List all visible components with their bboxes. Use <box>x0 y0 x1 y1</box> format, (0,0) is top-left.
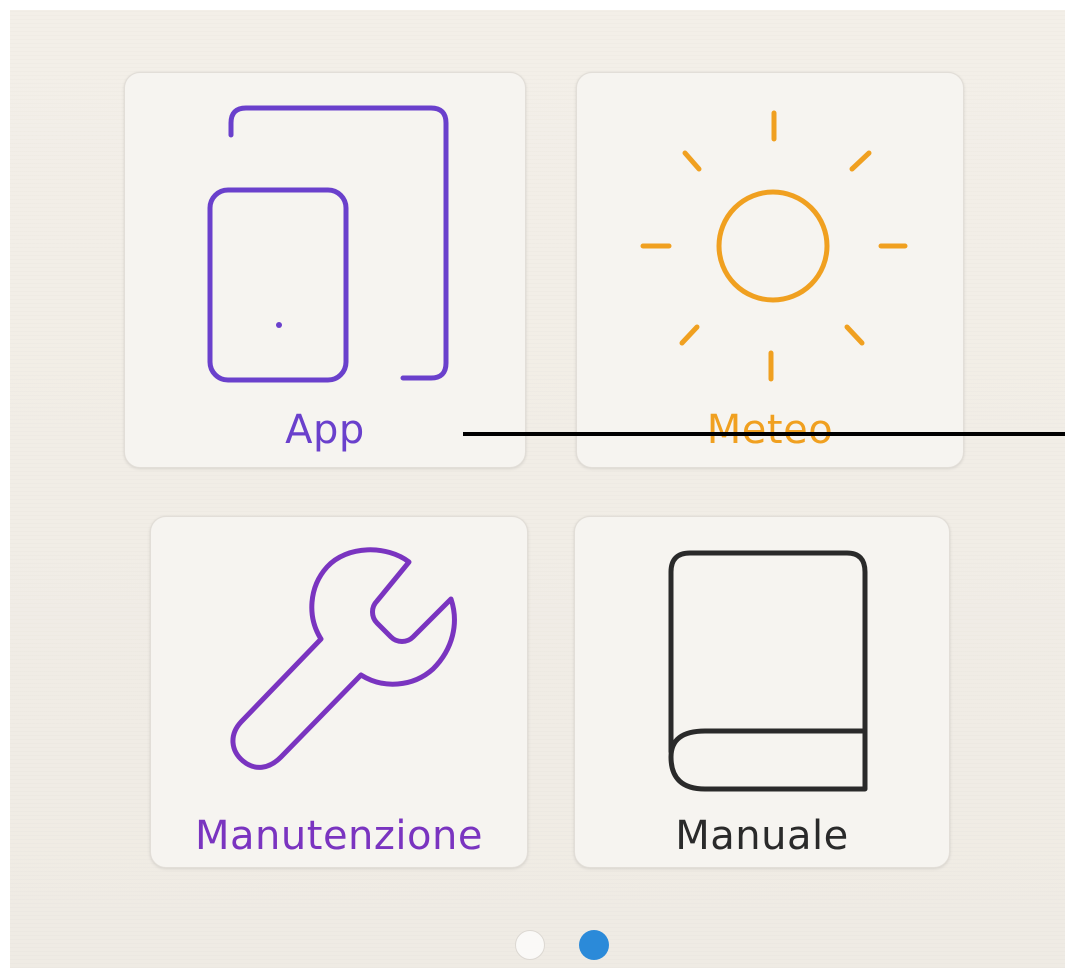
meteo-label: Meteo <box>706 407 834 453</box>
manutenzione-tile[interactable]: Manutenzione <box>150 516 528 868</box>
manuale-label: Manuale <box>675 813 849 859</box>
app-label: App <box>285 407 365 453</box>
overlay-line <box>463 432 1065 436</box>
manuale-tile[interactable]: Manuale <box>574 516 950 868</box>
page-dot-2-active[interactable] <box>579 930 609 960</box>
page-dot-1[interactable] <box>515 930 545 960</box>
home-screen: App Meteo Manutenzione Manuale <box>10 10 1065 968</box>
meteo-tile[interactable]: Meteo <box>576 72 964 468</box>
page-indicator <box>515 930 615 960</box>
manutenzione-label: Manutenzione <box>195 813 483 859</box>
app-tile[interactable]: App <box>124 72 526 468</box>
